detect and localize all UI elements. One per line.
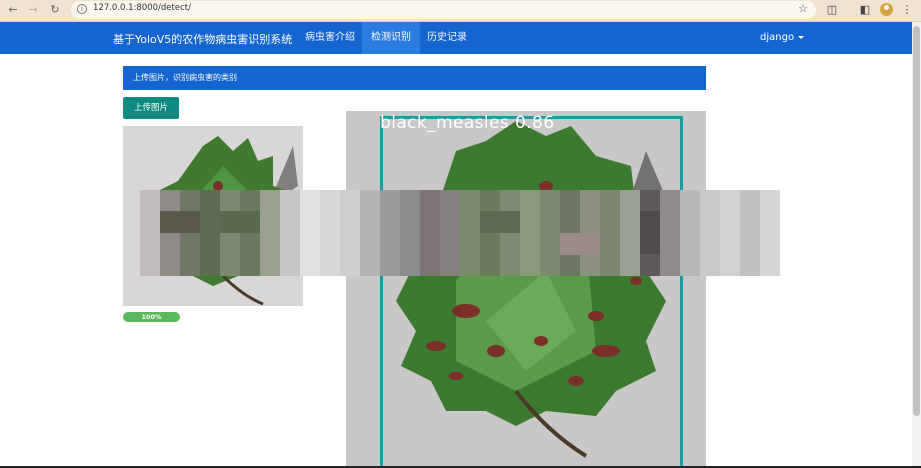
browser-toolbar: ← → ↻ i 127.0.0.1:8000/detect/ ☆ ◫ ◧ ⋮ — [0, 0, 921, 22]
site-brand[interactable]: 基于YoloV5的农作物病虫害识别系统 — [113, 31, 292, 47]
page-scrollbar[interactable] — [912, 22, 921, 468]
user-dropdown[interactable]: django — [760, 22, 805, 54]
user-name: django — [760, 32, 795, 43]
url-text[interactable]: 127.0.0.1:8000/detect/ — [93, 3, 191, 13]
reload-icon[interactable]: ↻ — [47, 2, 63, 18]
navbar: 基于YoloV5的农作物病虫害识别系统 病虫害介绍 检测识别 历史记录 djan… — [0, 22, 912, 54]
info-icon[interactable]: i — [77, 4, 87, 14]
redaction-mosaic — [140, 190, 780, 276]
detection-label: black_measles 0.86 — [380, 113, 555, 133]
progress-fill: 100% — [123, 312, 180, 322]
upload-image-button[interactable]: 上传图片 — [123, 97, 179, 119]
profile-icon[interactable] — [880, 3, 893, 16]
scroll-thumb[interactable] — [913, 26, 920, 416]
menu-icon[interactable]: ⋮ — [899, 2, 915, 18]
back-icon[interactable]: ← — [5, 2, 21, 18]
address-bar[interactable]: i 127.0.0.1:8000/detect/ ☆ — [71, 1, 816, 19]
nav-item-detect[interactable]: 检测识别 — [362, 22, 420, 54]
detection-bounding-box — [380, 116, 683, 468]
instruction-banner: 上传图片，识别病虫害的类别 — [123, 66, 706, 90]
upload-progress-bar: 100% — [123, 312, 180, 322]
side-panel-icon[interactable]: ◧ — [857, 2, 873, 18]
caret-down-icon — [798, 35, 805, 39]
star-icon[interactable]: ☆ — [798, 2, 808, 15]
nav-item-history[interactable]: 历史记录 — [418, 22, 476, 54]
forward-icon[interactable]: → — [25, 2, 41, 18]
nav-item-intro[interactable]: 病虫害介绍 — [296, 22, 364, 54]
extensions-icon[interactable]: ◫ — [824, 2, 840, 18]
